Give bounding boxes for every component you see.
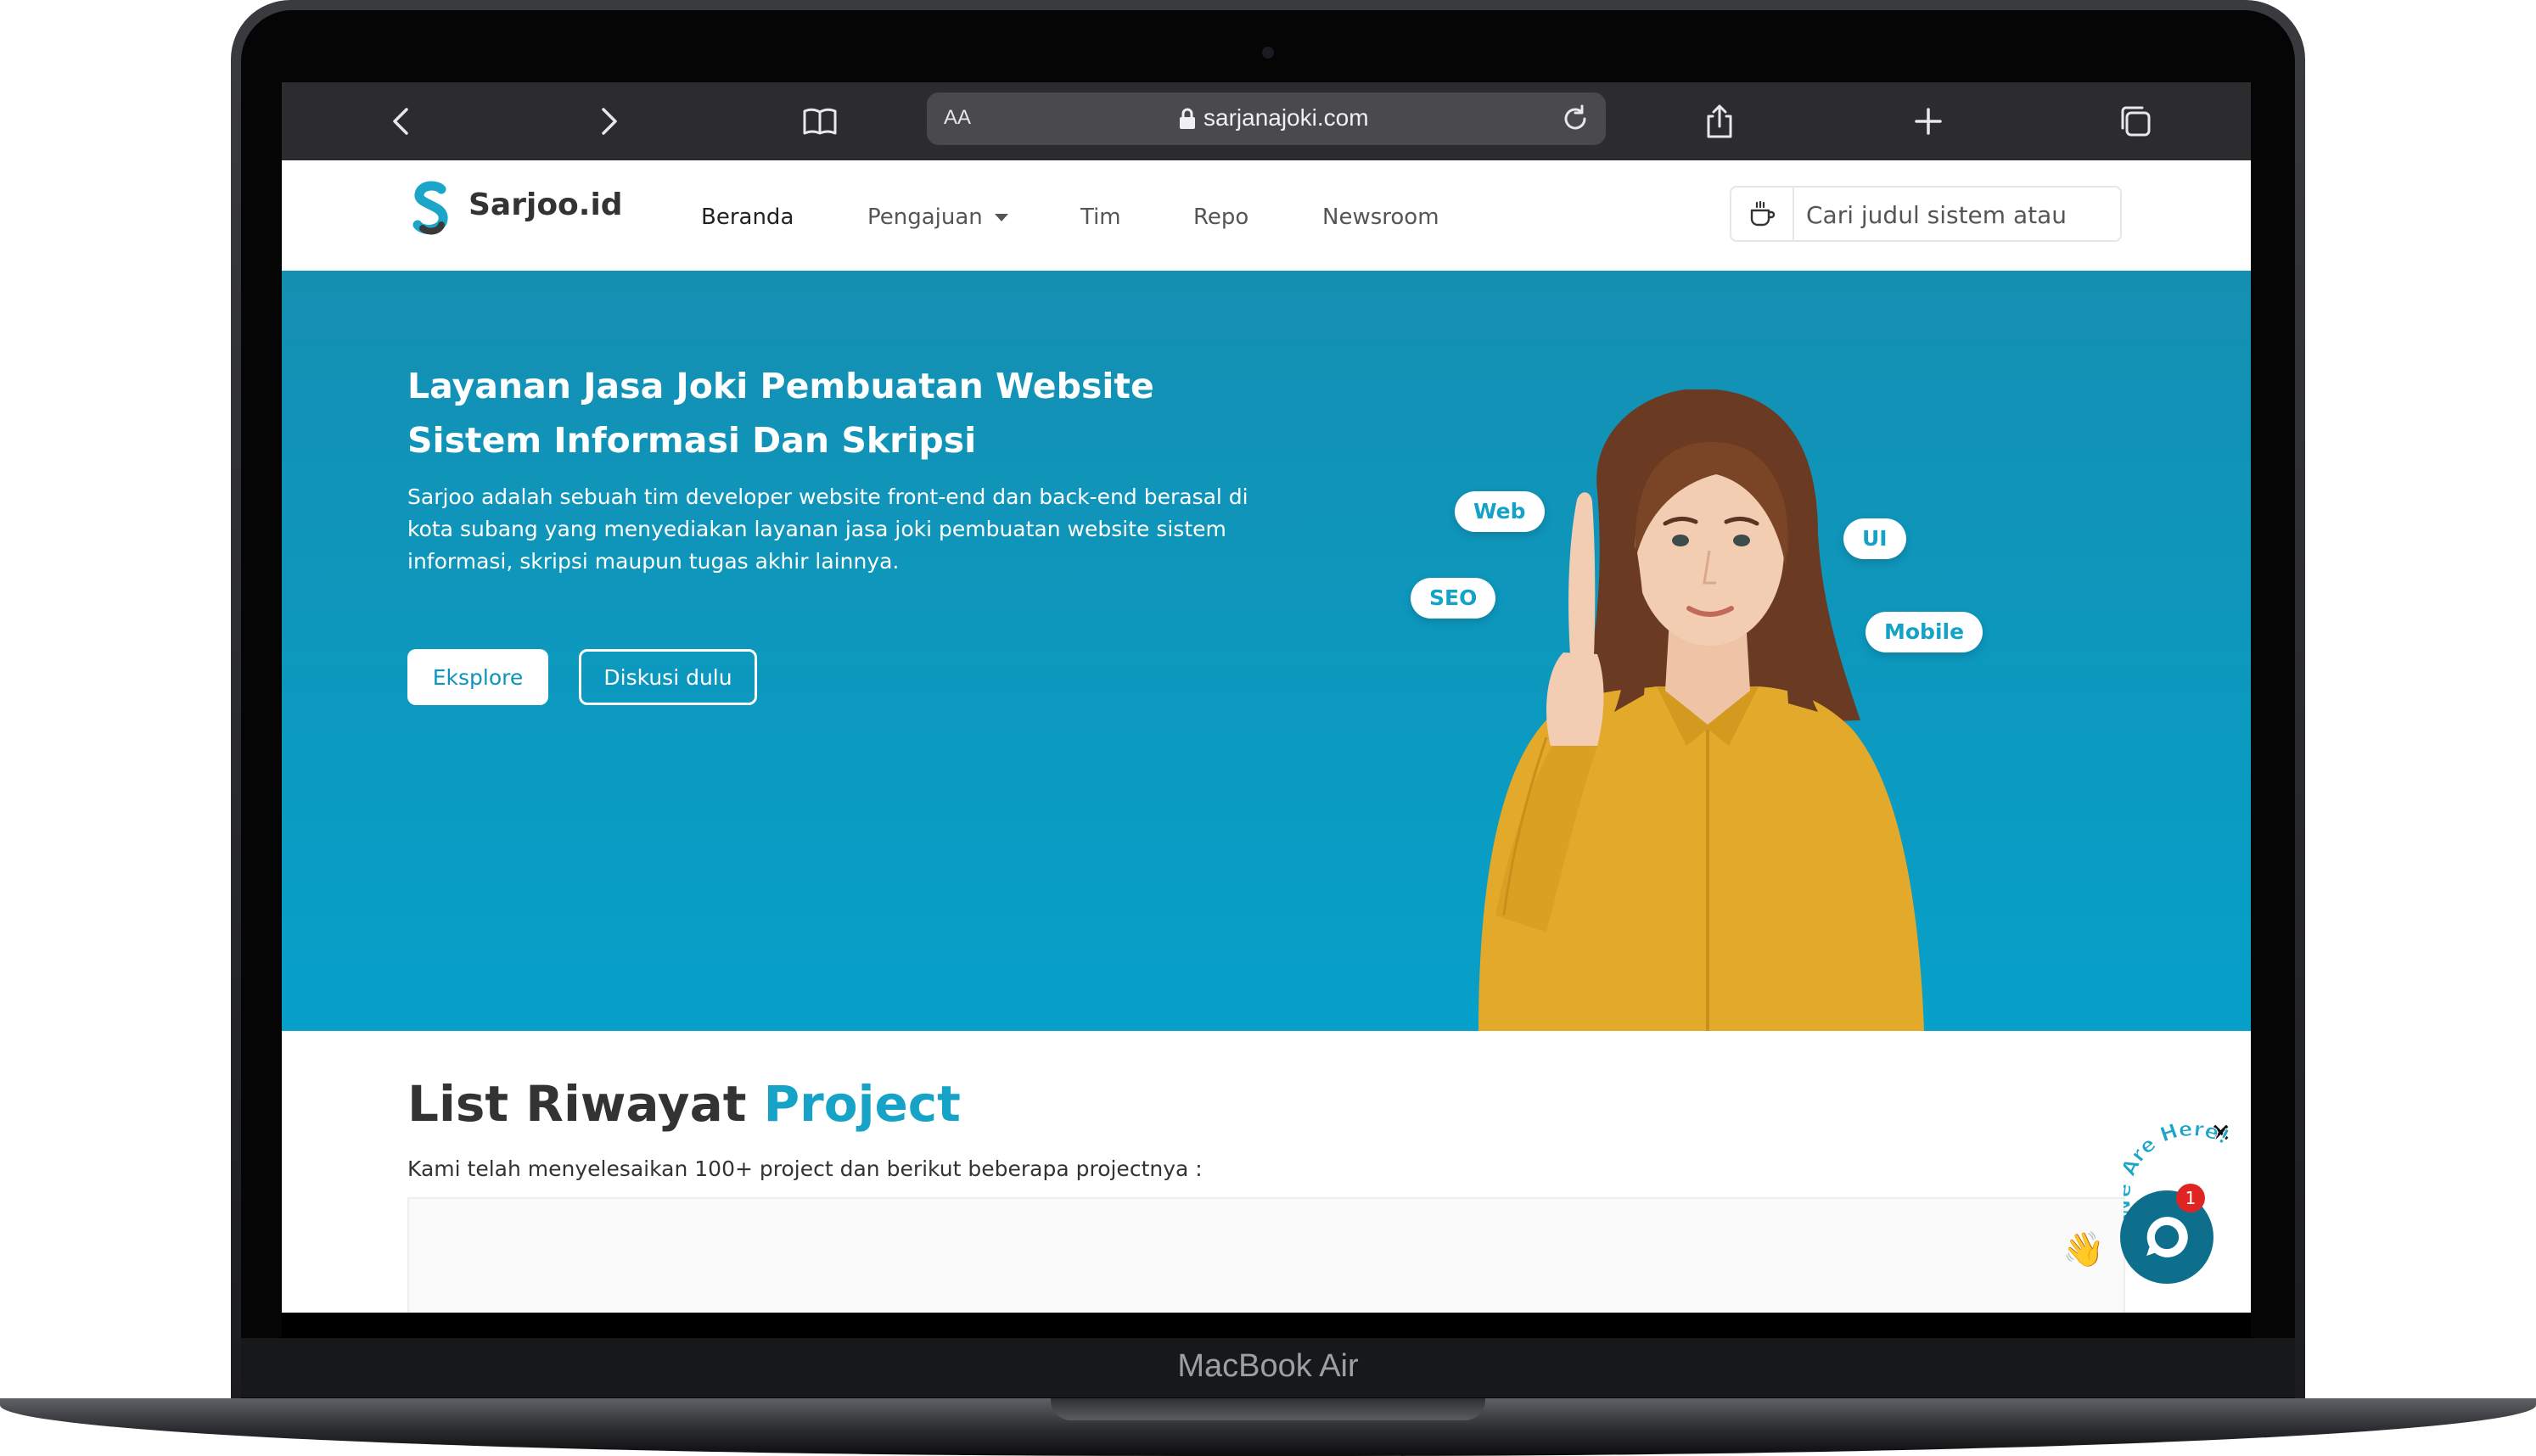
camera: [1262, 47, 1274, 59]
logo-icon[interactable]: [411, 181, 452, 238]
laptop-hinge-notch: [1051, 1398, 1485, 1420]
search-input[interactable]: [1804, 196, 2113, 233]
share-icon[interactable]: [1699, 101, 1740, 142]
laptop-chin: MacBook Air: [241, 1338, 2295, 1397]
hero-person-illustration: [1478, 389, 1924, 1031]
nav-beranda[interactable]: Beranda: [701, 204, 794, 230]
reload-icon[interactable]: [1559, 103, 1591, 135]
projects-title: List Riwayat Project: [407, 1075, 961, 1133]
address-bar[interactable]: AA sarjanajoki.com: [927, 92, 1606, 145]
url-text: sarjanajoki.com: [1203, 104, 1369, 131]
lock-icon: [1180, 108, 1195, 129]
chat-unread-badge: 1: [2176, 1184, 2205, 1212]
search-box: [1730, 186, 2122, 242]
waving-hand-icon: 👋: [2062, 1230, 2105, 1269]
browser-toolbar: AA sarjanajoki.com: [282, 82, 2251, 160]
back-icon[interactable]: [382, 101, 423, 142]
new-tab-icon[interactable]: [1908, 101, 1949, 142]
hero-section: Layanan Jasa Joki Pembuatan Website Sist…: [282, 271, 2251, 1031]
chat-bubble-icon: [2146, 1217, 2188, 1257]
reader-aa-button[interactable]: AA: [944, 106, 971, 130]
nav-repo[interactable]: Repo: [1193, 204, 1248, 230]
eksplore-button[interactable]: Eksplore: [407, 649, 548, 705]
tabs-icon[interactable]: [2115, 101, 2156, 142]
logo-text[interactable]: Sarjoo.id: [468, 188, 623, 222]
nav-pengajuan-label: Pengajuan: [867, 204, 983, 230]
nav-pengajuan[interactable]: Pengajuan: [867, 204, 1008, 230]
projects-list-container: [407, 1197, 2125, 1313]
nav-tim[interactable]: Tim: [1080, 204, 1121, 230]
hero-title: Layanan Jasa Joki Pembuatan Website Sist…: [407, 366, 1154, 461]
screen-bottom-bezel: [282, 1313, 2251, 1338]
screen: AA sarjanajoki.com Sarjoo.id Beranda Pen…: [282, 82, 2251, 1313]
bookmarks-icon[interactable]: [800, 101, 840, 142]
projects-title-main: List Riwayat: [407, 1075, 764, 1133]
device-label: MacBook Air: [1177, 1348, 1359, 1384]
hero-description: Sarjoo adalah sebuah tim developer websi…: [407, 484, 1248, 574]
forward-icon[interactable]: [587, 101, 628, 142]
chevron-down-icon: [994, 214, 1008, 221]
site-navbar: Sarjoo.id Beranda Pengajuan Tim Repo New…: [282, 160, 2251, 271]
coffee-icon[interactable]: [1731, 188, 1794, 240]
nav-newsroom[interactable]: Newsroom: [1322, 204, 1439, 230]
projects-subtitle: Kami telah menyelesaikan 100+ project da…: [407, 1156, 1203, 1181]
projects-title-accent: Project: [763, 1075, 961, 1133]
diskusi-button[interactable]: Diskusi dulu: [579, 649, 757, 705]
